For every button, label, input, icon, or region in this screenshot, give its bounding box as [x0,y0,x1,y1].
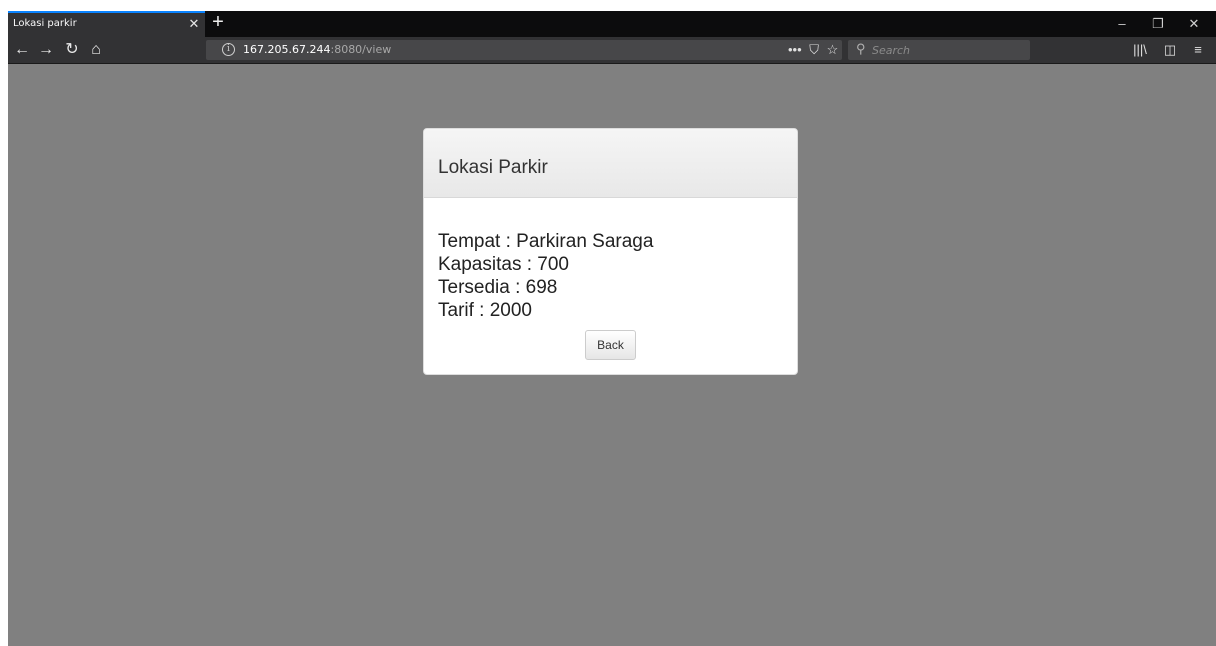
panel-heading: Lokasi Parkir [424,129,797,198]
button-row: Back [438,322,783,360]
tab-lokasi-parkir[interactable]: Lokasi parkir ✕ [8,11,205,37]
tab-strip: Lokasi parkir ✕ + – ❐ ✕ [8,11,1216,37]
tab-title: Lokasi parkir [13,18,77,29]
search-bar[interactable]: ⚲ [848,40,1030,60]
forward-arrow-icon[interactable]: → [36,41,56,59]
url-path: :8080/view [330,43,392,56]
panel-title: Lokasi Parkir [438,157,548,178]
page-viewport: Lokasi Parkir Tempat : Parkiran Saraga K… [8,64,1216,646]
navigation-toolbar: ← → ↻ ⌂ i 167.205.67.244:8080/view ••• ⛉… [8,37,1216,64]
search-icon: ⚲ [856,41,866,56]
library-icon[interactable]: |||\ [1130,41,1150,59]
url-host: 167.205.67.244 [243,43,331,56]
tempat-line: Tempat : Parkiran Saraga [438,231,654,252]
new-tab-button[interactable]: + [210,11,226,35]
home-icon[interactable]: ⌂ [86,41,106,59]
panel-body: Tempat : Parkiran Saraga Kapasitas : 700… [424,198,797,360]
parking-info-panel: Lokasi Parkir Tempat : Parkiran Saraga K… [423,128,798,375]
back-arrow-icon[interactable]: ← [12,41,32,59]
url-actions: ••• ⛉ ☆ [788,41,842,59]
restore-button[interactable]: ❐ [1144,14,1172,34]
back-button[interactable]: Back [585,330,636,360]
search-input[interactable] [872,42,1022,58]
close-window-button[interactable]: ✕ [1180,14,1208,34]
tersedia-line: Tersedia : 698 [438,277,558,298]
hamburger-menu-icon[interactable]: ≡ [1188,41,1208,59]
kapasitas-line: Kapasitas : 700 [438,254,569,275]
page-actions-icon[interactable]: ••• [788,41,802,59]
tab-close-icon[interactable]: ✕ [187,15,201,33]
minimize-button[interactable]: – [1108,14,1136,34]
sidebar-icon[interactable]: ◫ [1160,41,1180,59]
reload-icon[interactable]: ↻ [62,41,82,59]
address-bar[interactable]: i 167.205.67.244:8080/view ••• ⛉ ☆ [206,40,842,60]
browser-window: Lokasi parkir ✕ + – ❐ ✕ ← → ↻ ⌂ i 167.20… [8,11,1216,646]
site-info-icon[interactable]: i [222,43,235,56]
pocket-icon[interactable]: ⛉ [809,41,819,59]
tarif-line: Tarif : 2000 [438,300,532,321]
url-text[interactable]: 167.205.67.244:8080/view [243,43,391,56]
bookmark-star-icon[interactable]: ☆ [827,41,839,59]
